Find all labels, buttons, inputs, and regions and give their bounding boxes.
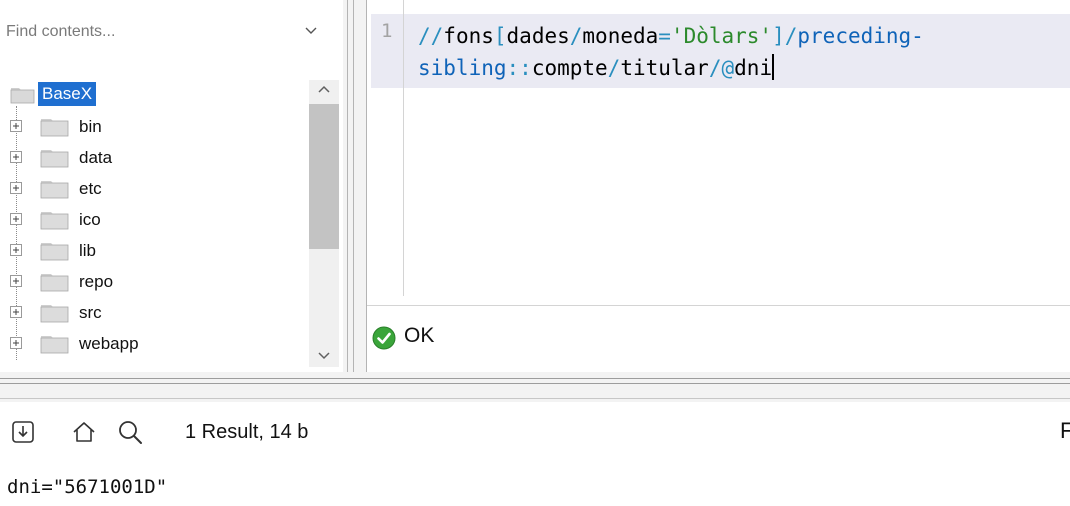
vertical-splitter[interactable] bbox=[343, 0, 367, 372]
status-text: OK bbox=[404, 324, 435, 347]
home-icon[interactable] bbox=[70, 418, 98, 446]
tree-item-label: lib bbox=[79, 241, 97, 260]
folder-icon bbox=[40, 336, 69, 354]
tree-item-label: repo bbox=[79, 272, 114, 291]
folder-icon bbox=[40, 119, 69, 137]
token-operator: / bbox=[569, 24, 583, 48]
project-pane: BaseX bin data etc ico lib bbox=[0, 0, 343, 371]
token-name: fons bbox=[443, 24, 494, 48]
find-contents-input[interactable] bbox=[0, 12, 314, 52]
query-text[interactable]: //fons[dades/moneda='Dòlars']/preceding-… bbox=[418, 20, 1068, 84]
tree-item-etc[interactable]: etc bbox=[10, 174, 300, 205]
token-axis: sibling bbox=[418, 56, 507, 80]
splitter-line bbox=[0, 383, 1070, 384]
token-name: moneda bbox=[582, 24, 659, 48]
token-operator: / bbox=[784, 24, 798, 48]
chevron-down-icon[interactable] bbox=[304, 24, 318, 38]
folder-icon bbox=[40, 274, 69, 292]
chevron-up-icon[interactable] bbox=[309, 80, 339, 100]
result-count: 1 Result, 14 b bbox=[185, 421, 309, 443]
token-name: dades bbox=[506, 24, 570, 48]
splitter-line bbox=[347, 0, 348, 372]
expand-plus-icon[interactable] bbox=[10, 120, 22, 132]
result-toolbar: 1 Result, 14 b F bbox=[0, 402, 1070, 462]
horizontal-splitter[interactable] bbox=[0, 372, 1070, 402]
folder-icon bbox=[40, 243, 69, 261]
expand-plus-icon[interactable] bbox=[10, 182, 22, 194]
token-operator: = bbox=[658, 24, 671, 48]
expand-plus-icon[interactable] bbox=[10, 337, 22, 349]
tree-item-label: bin bbox=[79, 117, 102, 136]
result-value[interactable]: dni="5671001D" bbox=[7, 476, 167, 498]
folder-icon bbox=[40, 150, 69, 168]
folder-icon bbox=[40, 181, 69, 199]
expand-plus-icon[interactable] bbox=[10, 151, 22, 163]
tree-item-label: ico bbox=[79, 210, 101, 229]
tree-item-bin[interactable]: bin bbox=[10, 112, 300, 143]
token-operator: / bbox=[607, 56, 621, 80]
query-status-bar: OK bbox=[367, 305, 1070, 373]
token-operator: @ bbox=[721, 56, 735, 80]
tree-scrollbar[interactable] bbox=[309, 80, 339, 367]
text-caret bbox=[772, 54, 775, 80]
tree-item-src[interactable]: src bbox=[10, 298, 300, 329]
tree-item-lib[interactable]: lib bbox=[10, 236, 300, 267]
token-operator: :: bbox=[506, 56, 532, 80]
splitter-line bbox=[353, 0, 354, 372]
search-icon[interactable] bbox=[116, 418, 144, 446]
folder-icon bbox=[10, 88, 35, 104]
folder-icon bbox=[40, 305, 69, 323]
tree-item-label: etc bbox=[79, 179, 102, 198]
token-operator: ] bbox=[772, 24, 785, 48]
tree-item-webapp[interactable]: webapp bbox=[10, 329, 300, 360]
expand-plus-icon[interactable] bbox=[10, 244, 22, 256]
token-operator: / bbox=[708, 56, 722, 80]
tree-item-repo[interactable]: repo bbox=[10, 267, 300, 298]
splitter-line bbox=[0, 378, 1070, 379]
tree-item-ico[interactable]: ico bbox=[10, 205, 300, 236]
scrollbar-thumb[interactable] bbox=[309, 104, 339, 249]
tree-item-data[interactable]: data bbox=[10, 143, 300, 174]
expand-plus-icon[interactable] bbox=[10, 213, 22, 225]
token-name: dni bbox=[734, 56, 773, 80]
folder-icon bbox=[40, 212, 69, 230]
expand-plus-icon[interactable] bbox=[10, 306, 22, 318]
token-string: 'Dòlars' bbox=[670, 24, 773, 48]
token-operator: // bbox=[418, 24, 444, 48]
chevron-down-icon[interactable] bbox=[309, 345, 339, 365]
splitter-line bbox=[0, 398, 1070, 399]
gutter-divider bbox=[403, 0, 404, 296]
file-tree: BaseX bin data etc ico lib repo src weba… bbox=[0, 76, 310, 366]
token-axis: preceding- bbox=[797, 24, 924, 48]
expand-plus-icon[interactable] bbox=[10, 275, 22, 287]
token-name: titular bbox=[620, 56, 709, 80]
truncated-toolbar-text: F bbox=[1060, 418, 1070, 443]
tree-root-label[interactable]: BaseX bbox=[38, 82, 97, 106]
save-result-icon[interactable] bbox=[9, 418, 37, 446]
tree-item-label: data bbox=[79, 148, 113, 167]
tree-item-label: src bbox=[79, 303, 102, 322]
ok-check-icon bbox=[372, 326, 396, 350]
token-name: compte bbox=[531, 56, 608, 80]
token-operator: [ bbox=[493, 24, 507, 48]
tree-item-label: webapp bbox=[79, 334, 139, 353]
line-number: 1 bbox=[381, 20, 393, 42]
query-editor[interactable]: 1 //fons[dades/moneda='Dòlars']/precedin… bbox=[367, 0, 1070, 305]
